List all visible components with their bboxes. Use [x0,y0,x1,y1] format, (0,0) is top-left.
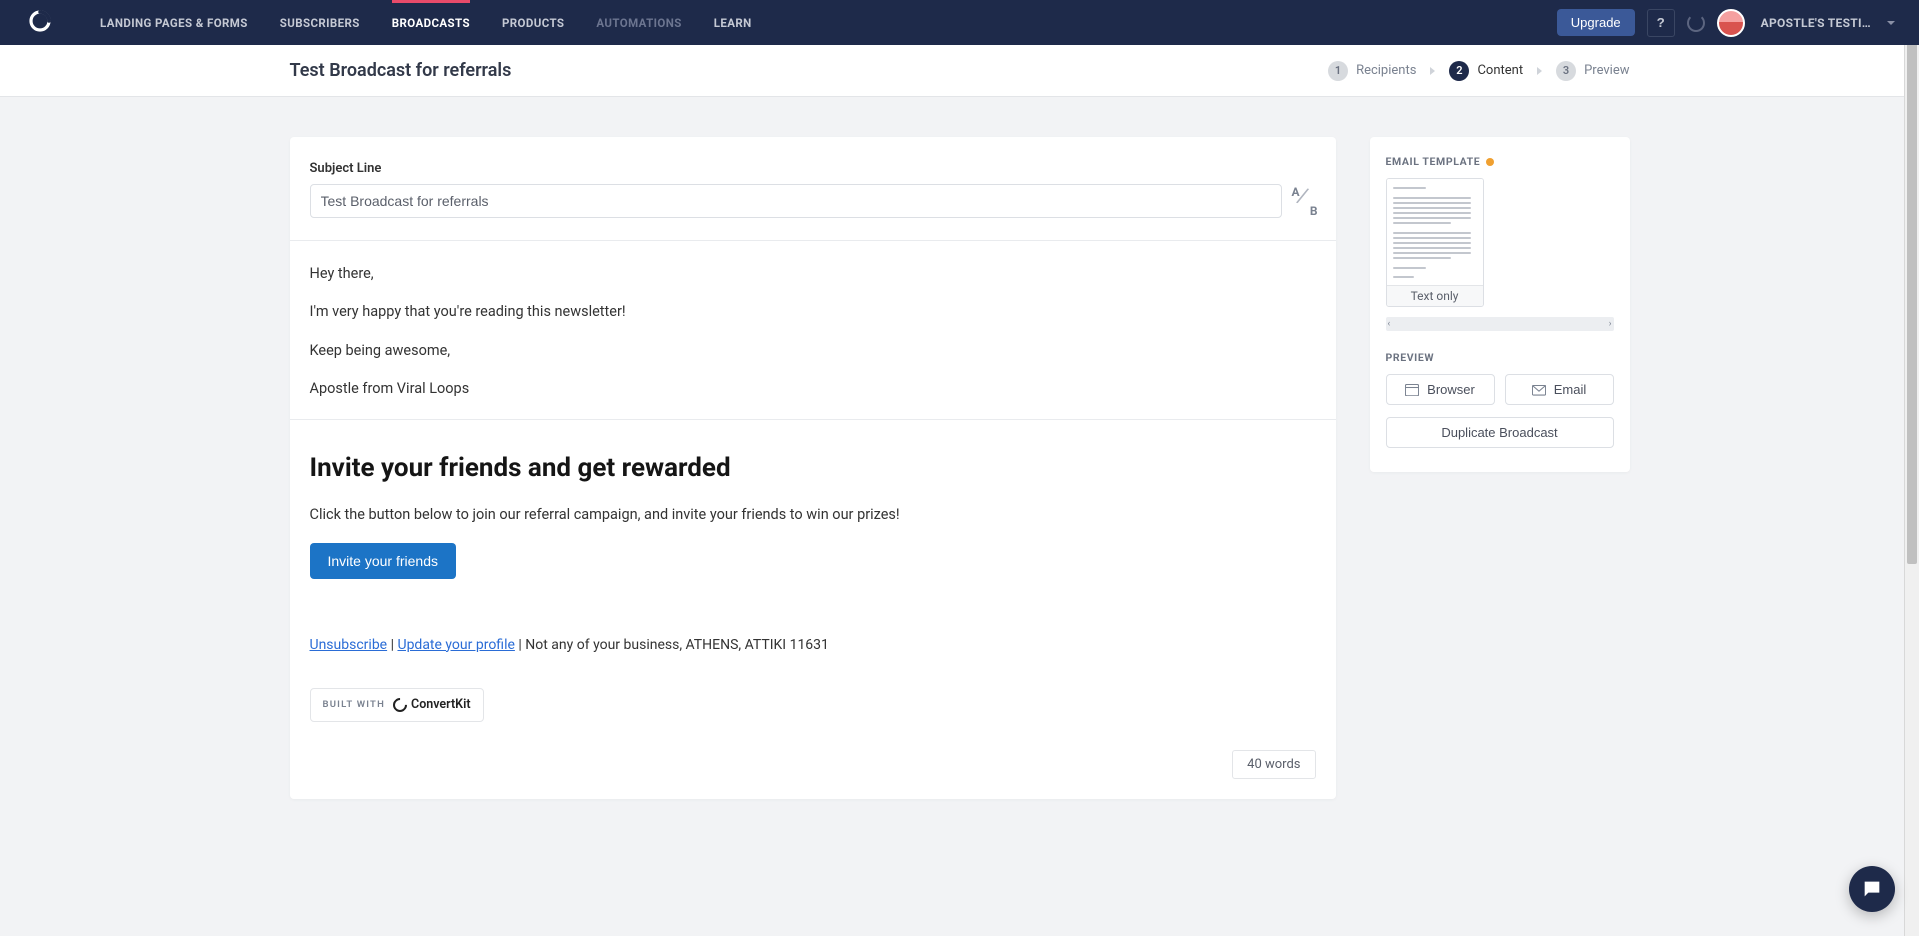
template-next[interactable]: › [1609,319,1612,329]
subject-label: Subject Line [310,161,1316,176]
footer-address: Not any of your business, ATHENS, ATTIKI… [525,637,829,653]
nav-subscribers[interactable]: SUBSCRIBERS [280,1,360,45]
nav-landing[interactable]: LANDING PAGES & FORMS [100,1,248,45]
template-preview [1387,179,1483,285]
window-icon [1405,384,1419,396]
preview-browser-button[interactable]: Browser [1386,374,1495,405]
mail-icon [1532,384,1546,396]
page-title: Test Broadcast for referrals [290,60,512,81]
nav-products[interactable]: PRODUCTS [502,1,564,45]
side-card: EMAIL TEMPLATE Text only ‹ › PRE [1370,137,1630,472]
steps: 1 Recipients 2 Content 3 Preview [1328,61,1629,81]
nav-items: LANDING PAGES & FORMS SUBSCRIBERS BROADC… [100,1,752,45]
chevron-down-icon[interactable] [1887,21,1895,25]
preview-label: PREVIEW [1386,351,1614,364]
step-num-2: 2 [1449,61,1469,81]
email-body[interactable]: Hey there, I'm very happy that you're re… [310,263,1316,722]
footer-text: Unsubscribe | Update your profile | Not … [310,635,1316,657]
step-content[interactable]: 2 Content [1449,61,1523,81]
subheader: Test Broadcast for referrals 1 Recipient… [0,45,1919,97]
convertkit-logo: ConvertKit [393,695,471,714]
email-template-label: EMAIL TEMPLATE [1386,155,1614,168]
duplicate-broadcast-button[interactable]: Duplicate Broadcast [1386,417,1614,448]
invite-button[interactable]: Invite your friends [310,543,457,579]
template-prev[interactable]: ‹ [1388,319,1391,329]
built-with-badge[interactable]: BUILT WITH ConvertKit [310,688,484,721]
preview-row: Browser Email [1386,374,1614,405]
body-p4: Apostle from Viral Loops [310,378,1316,400]
editor-card: Subject Line A / B Hey there, I'm very h… [290,137,1336,799]
convertkit-brand: ConvertKit [411,695,471,714]
nav-learn[interactable]: LEARN [714,1,752,45]
body-p5: Click the button below to join our refer… [310,504,1316,526]
chat-bubble[interactable] [1849,866,1895,912]
scrollbar[interactable] [1904,0,1919,936]
divider [290,240,1336,241]
convertkit-logo-icon [390,695,410,715]
step-sep-icon [1430,67,1435,75]
step-recipients[interactable]: 1 Recipients [1328,61,1416,81]
step-preview[interactable]: 3 Preview [1556,61,1629,81]
footer-sep2: | [515,637,525,653]
chat-icon [1861,878,1883,900]
footer-sep1: | [387,637,397,653]
body-p1: Hey there, [310,263,1316,285]
unsubscribe-link[interactable]: Unsubscribe [310,637,388,653]
upgrade-button[interactable]: Upgrade [1557,9,1635,36]
built-with-label: BUILT WITH [323,698,386,713]
email-template-text: EMAIL TEMPLATE [1386,155,1481,168]
preview-email-button[interactable]: Email [1505,374,1614,405]
nav-right: Upgrade ? APOSTLE'S TESTI… [1557,9,1895,37]
logo-icon[interactable] [28,9,52,37]
help-button[interactable]: ? [1647,9,1675,37]
subject-input[interactable] [310,184,1282,218]
spinner-icon [1687,14,1705,32]
template-name: Text only [1387,285,1483,306]
step-label-1: Recipients [1356,63,1416,78]
preview-browser-label: Browser [1427,382,1475,397]
ab-b-label: B [1310,204,1318,218]
nav-broadcasts[interactable]: BROADCASTS [392,1,470,45]
step-num-1: 1 [1328,61,1348,81]
body-p3: Keep being awesome, [310,340,1316,362]
status-dot-icon [1486,158,1494,166]
step-sep-icon [1537,67,1542,75]
main: Subject Line A / B Hey there, I'm very h… [290,137,1630,799]
divider [290,419,1336,420]
body-p2: I'm very happy that you're reading this … [310,301,1316,323]
word-count-value: 40 words [1232,750,1315,779]
word-count: 40 words [310,750,1316,779]
update-profile-link[interactable]: Update your profile [397,637,514,653]
step-label-2: Content [1477,63,1523,78]
top-nav: LANDING PAGES & FORMS SUBSCRIBERS BROADC… [0,0,1919,45]
step-label-3: Preview [1584,63,1629,78]
user-label[interactable]: APOSTLE'S TESTI… [1761,16,1871,30]
scrollbar-thumb[interactable] [1907,2,1917,564]
ab-toggle[interactable]: A / B [1292,187,1316,215]
nav-automations[interactable]: AUTOMATIONS [596,1,681,45]
template-thumb[interactable]: Text only [1386,178,1484,307]
template-nav: ‹ › [1386,317,1614,331]
body-heading: Invite your friends and get rewarded [310,448,1316,488]
step-num-3: 3 [1556,61,1576,81]
avatar[interactable] [1717,9,1745,37]
preview-email-label: Email [1554,382,1587,397]
